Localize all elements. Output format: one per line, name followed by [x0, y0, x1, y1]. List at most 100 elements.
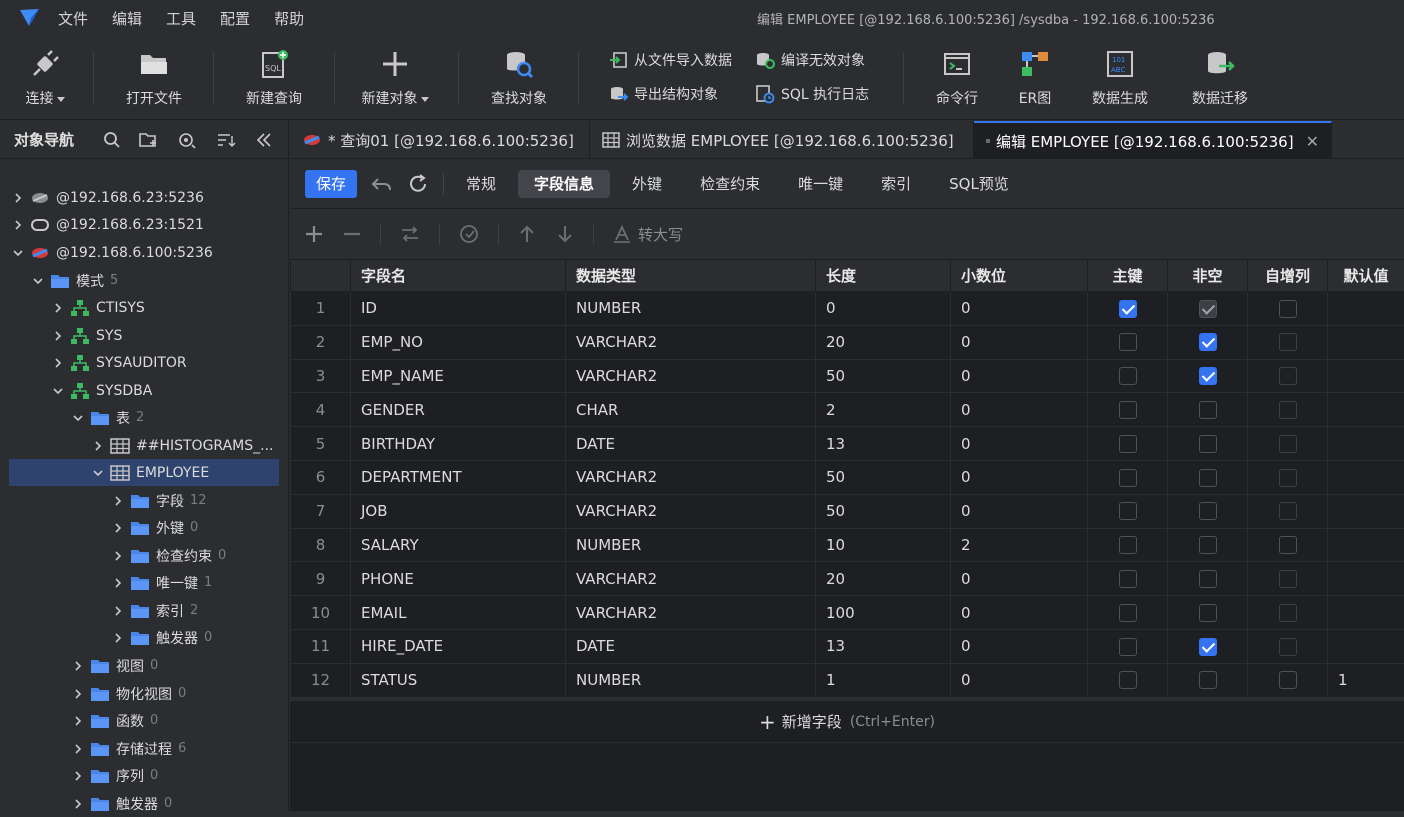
tree-node[interactable]: 唯一键1	[112, 569, 212, 596]
find-object-button[interactable]: 查找对象	[474, 48, 564, 108]
scale-cell[interactable]: 0	[951, 393, 1088, 427]
open-file-button[interactable]: 打开文件	[109, 48, 199, 108]
primary-key-checkbox[interactable]	[1119, 333, 1137, 351]
primary-key-checkbox[interactable]	[1119, 300, 1137, 318]
remove-field-icon[interactable]	[342, 224, 362, 244]
data-type-cell[interactable]: NUMBER	[566, 663, 816, 697]
length-cell[interactable]: 13	[816, 427, 951, 461]
chevron-right-icon[interactable]	[92, 440, 104, 452]
chevron-right-icon[interactable]	[72, 715, 84, 727]
tree-node[interactable]: CTISYS	[52, 294, 151, 321]
not-null-checkbox[interactable]	[1199, 570, 1217, 588]
default-value-cell[interactable]	[1328, 325, 1404, 359]
table-row[interactable]: 6DEPARTMENTVARCHAR2500	[291, 460, 1404, 494]
export-struct-button[interactable]: 导出结构对象	[608, 84, 718, 104]
table-row[interactable]: 11HIRE_DATEDATE130	[291, 629, 1404, 663]
not-null-checkbox[interactable]	[1199, 469, 1217, 487]
field-name-cell[interactable]: BIRTHDAY	[351, 427, 566, 461]
column-header[interactable]: 默认值	[1328, 260, 1404, 292]
menu-tools[interactable]: 工具	[166, 8, 196, 29]
chevron-right-icon[interactable]	[12, 192, 24, 204]
new-folder-icon[interactable]	[139, 131, 159, 153]
move-up-icon[interactable]	[517, 224, 537, 244]
data-type-cell[interactable]: VARCHAR2	[566, 596, 816, 630]
chevron-down-icon[interactable]	[52, 385, 64, 397]
primary-key-checkbox[interactable]	[1119, 401, 1137, 419]
primary-key-checkbox[interactable]	[1119, 638, 1137, 656]
not-null-checkbox[interactable]	[1199, 435, 1217, 453]
scale-cell[interactable]: 0	[951, 663, 1088, 697]
field-name-cell[interactable]: DEPARTMENT	[351, 460, 566, 494]
data-type-cell[interactable]: VARCHAR2	[566, 359, 816, 393]
length-cell[interactable]: 50	[816, 460, 951, 494]
default-value-cell[interactable]	[1328, 359, 1404, 393]
move-down-icon[interactable]	[555, 224, 575, 244]
length-cell[interactable]: 2	[816, 393, 951, 427]
tree-node[interactable]: 表2	[72, 404, 144, 431]
auto-increment-checkbox[interactable]	[1279, 300, 1297, 318]
import-data-button[interactable]: 从文件导入数据	[608, 50, 732, 70]
collapse-panel-icon[interactable]	[255, 131, 273, 153]
length-cell[interactable]: 50	[816, 359, 951, 393]
menu-config[interactable]: 配置	[220, 8, 250, 29]
chevron-right-icon[interactable]	[12, 219, 24, 231]
scale-cell[interactable]: 0	[951, 494, 1088, 528]
field-name-cell[interactable]: ID	[351, 292, 566, 326]
primary-key-checkbox[interactable]	[1119, 604, 1137, 622]
column-header[interactable]: 小数位	[951, 260, 1088, 292]
table-row[interactable]: 4GENDERCHAR20	[291, 393, 1404, 427]
chevron-right-icon[interactable]	[52, 357, 64, 369]
filter-icon[interactable]	[177, 131, 197, 153]
data-type-cell[interactable]: CHAR	[566, 393, 816, 427]
tree-node[interactable]: SYS	[52, 322, 128, 349]
primary-key-checkbox[interactable]	[1119, 502, 1137, 520]
chevron-right-icon[interactable]	[112, 522, 124, 534]
menu-help[interactable]: 帮助	[274, 8, 304, 29]
tree-node[interactable]: 字段12	[112, 487, 207, 514]
table-row[interactable]: 9PHONEVARCHAR2200	[291, 562, 1404, 596]
default-value-cell[interactable]	[1328, 292, 1404, 326]
default-value-cell[interactable]	[1328, 528, 1404, 562]
subtab-sql-preview[interactable]: SQL预览	[933, 170, 1025, 198]
field-name-cell[interactable]: STATUS	[351, 663, 566, 697]
add-field-icon[interactable]	[304, 224, 324, 244]
length-cell[interactable]: 10	[816, 528, 951, 562]
new-object-button[interactable]: 新建对象	[350, 48, 440, 108]
table-row[interactable]: 3EMP_NAMEVARCHAR2500	[291, 359, 1404, 393]
chevron-down-icon[interactable]	[32, 275, 44, 287]
scale-cell[interactable]: 0	[951, 359, 1088, 393]
tree-node[interactable]: 序列0	[72, 762, 158, 789]
chevron-right-icon[interactable]	[52, 302, 64, 314]
data-type-cell[interactable]: NUMBER	[566, 528, 816, 562]
chevron-right-icon[interactable]	[72, 743, 84, 755]
tree-node[interactable]: SYSDBA	[52, 377, 158, 404]
tree-node[interactable]: 检查约束0	[112, 542, 226, 569]
tree-node[interactable]: @192.168.6.100:5236	[12, 239, 219, 266]
compile-invalid-button[interactable]: 编译无效对象	[755, 50, 865, 70]
sort-icon[interactable]	[216, 131, 236, 153]
column-header[interactable]: 主键	[1088, 260, 1168, 292]
subtab-fields[interactable]: 字段信息	[518, 170, 610, 198]
default-value-cell[interactable]	[1328, 460, 1404, 494]
default-value-cell[interactable]	[1328, 562, 1404, 596]
not-null-checkbox[interactable]	[1199, 671, 1217, 689]
primary-key-checkbox[interactable]	[1119, 469, 1137, 487]
tree-node[interactable]: 模式5	[32, 267, 118, 294]
primary-key-checkbox[interactable]	[1119, 536, 1137, 554]
tree-node[interactable]: EMPLOYEE	[9, 459, 279, 486]
tree-node[interactable]: 触发器0	[112, 624, 212, 651]
table-row[interactable]: 10EMAILVARCHAR21000	[291, 596, 1404, 630]
chevron-right-icon[interactable]	[112, 550, 124, 562]
tree-node[interactable]: SYSAUDITOR	[52, 349, 193, 376]
column-header[interactable]: 长度	[816, 260, 951, 292]
not-null-checkbox[interactable]	[1199, 401, 1217, 419]
data-type-cell[interactable]: VARCHAR2	[566, 460, 816, 494]
connect-button[interactable]: 连接	[0, 48, 90, 108]
scale-cell[interactable]: 0	[951, 562, 1088, 596]
subtab-indexes[interactable]: 索引	[865, 170, 927, 198]
sql-log-button[interactable]: SQL 执行日志	[755, 84, 869, 104]
column-header[interactable]: 自增列	[1248, 260, 1328, 292]
tree-node[interactable]: @192.168.6.23:1521	[12, 211, 210, 238]
chevron-right-icon[interactable]	[112, 577, 124, 589]
default-value-cell[interactable]: 1	[1328, 663, 1404, 697]
